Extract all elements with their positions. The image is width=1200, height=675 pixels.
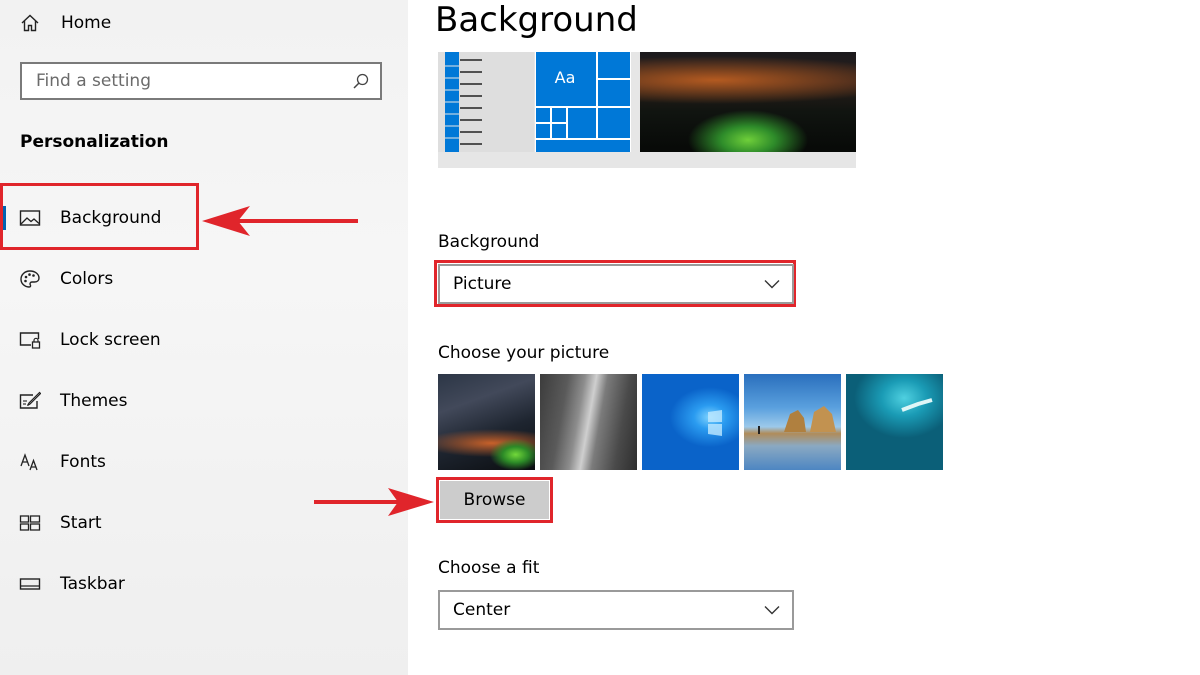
windows-logo-icon bbox=[708, 410, 722, 436]
sidebar-item-colors[interactable]: Colors bbox=[0, 259, 400, 299]
picture-thumbnail[interactable] bbox=[846, 374, 943, 470]
background-dropdown[interactable]: Picture bbox=[438, 264, 794, 304]
swimmer-icon bbox=[901, 398, 933, 412]
preview-list-icon bbox=[445, 52, 482, 152]
background-preview: Aa bbox=[438, 52, 856, 168]
sidebar-item-label: Colors bbox=[60, 269, 114, 289]
home-label: Home bbox=[61, 13, 112, 33]
sidebar-item-label: Start bbox=[60, 513, 102, 533]
preview-tile-text: Aa bbox=[554, 68, 576, 87]
chevron-down-icon bbox=[764, 280, 780, 289]
picture-thumbnail[interactable] bbox=[642, 374, 739, 470]
choose-picture-label: Choose your picture bbox=[438, 343, 610, 363]
start-icon bbox=[19, 513, 41, 533]
choose-fit-label: Choose a fit bbox=[438, 558, 540, 578]
chevron-down-icon bbox=[764, 606, 780, 615]
sidebar-item-themes[interactable]: Themes bbox=[0, 381, 400, 421]
lock-screen-icon bbox=[19, 330, 41, 350]
picture-thumbnail[interactable] bbox=[540, 374, 637, 470]
palette-icon bbox=[19, 269, 41, 289]
sidebar-item-label: Taskbar bbox=[60, 574, 125, 594]
sidebar-item-label: Lock screen bbox=[60, 330, 161, 350]
sidebar-item-label: Fonts bbox=[60, 452, 106, 472]
preview-start-menu bbox=[438, 52, 534, 152]
annotation-arrow-left-icon bbox=[202, 206, 358, 236]
page-title: Background bbox=[435, 0, 638, 40]
sidebar-item-lock-screen[interactable]: Lock screen bbox=[0, 320, 400, 360]
search-placeholder: Find a setting bbox=[36, 71, 151, 91]
search-input[interactable]: Find a setting bbox=[20, 62, 382, 100]
home-link[interactable]: Home bbox=[20, 10, 111, 36]
picture-thumbnail[interactable] bbox=[438, 374, 535, 470]
sidebar: Home Find a setting Personalization Back… bbox=[0, 0, 408, 675]
preview-wallpaper-image bbox=[640, 52, 856, 152]
annotation-box-background bbox=[0, 183, 199, 250]
fit-dropdown-value: Center bbox=[453, 600, 511, 620]
fonts-icon bbox=[19, 452, 41, 472]
picture-thumbnail[interactable] bbox=[744, 374, 841, 470]
browse-button[interactable]: Browse bbox=[440, 481, 549, 519]
beach-rocks-icon bbox=[758, 406, 836, 434]
sidebar-item-fonts[interactable]: Fonts bbox=[0, 442, 400, 482]
section-title: Personalization bbox=[20, 132, 169, 152]
search-icon[interactable] bbox=[352, 72, 370, 90]
background-label: Background bbox=[438, 232, 540, 252]
sidebar-item-label: Themes bbox=[60, 391, 128, 411]
fit-dropdown[interactable]: Center bbox=[438, 590, 794, 630]
themes-icon bbox=[19, 391, 42, 411]
preview-tiles bbox=[535, 52, 631, 152]
background-dropdown-value: Picture bbox=[453, 274, 512, 294]
taskbar-icon bbox=[19, 574, 41, 594]
sidebar-item-taskbar[interactable]: Taskbar bbox=[0, 564, 400, 604]
annotation-arrow-right-icon bbox=[314, 488, 434, 516]
home-icon bbox=[21, 14, 39, 32]
